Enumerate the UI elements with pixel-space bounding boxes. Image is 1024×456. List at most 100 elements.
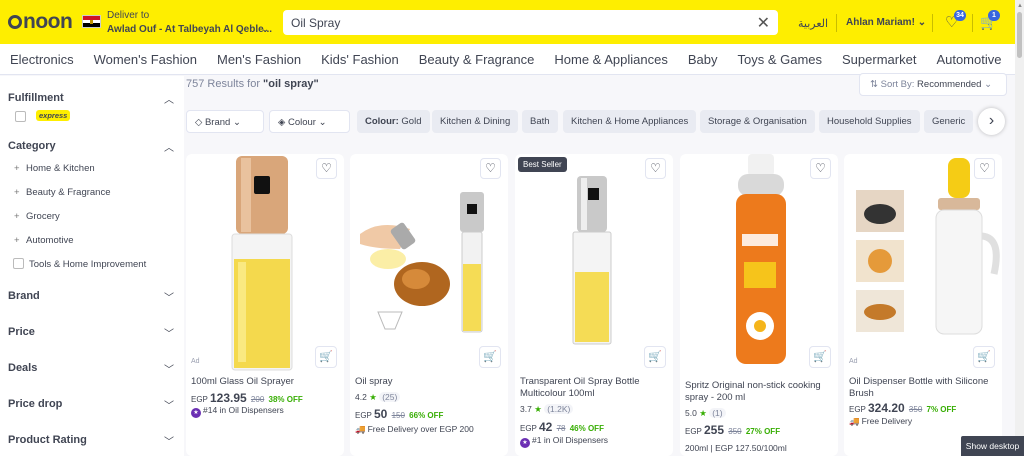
chip-storage-organisation[interactable]: Storage & Organisation: [700, 110, 815, 133]
add-to-cart-icon[interactable]: 🛒: [809, 346, 831, 368]
chip-household-supplies[interactable]: Household Supplies: [819, 110, 920, 133]
nav-item[interactable]: Men's Fashion: [217, 52, 301, 67]
chip-kitchen-home-appliances[interactable]: Kitchen & Home Appliances: [563, 110, 697, 133]
colour-chip[interactable]: ◈ Colour ⌄: [269, 110, 350, 133]
product-image[interactable]: [844, 154, 1002, 372]
plus-icon: +: [14, 235, 20, 246]
product-card[interactable]: ♡ 🛒 Spritz Original non-stick cooking sp…: [680, 154, 838, 456]
account-greeting[interactable]: Ahlan Mariam! ⌄: [846, 17, 926, 28]
wishlist-heart-icon[interactable]: ♡: [810, 158, 831, 179]
product-card[interactable]: ♡ Ad 🛒 100ml Glass Oil Sprayer EGP 123.9…: [186, 154, 344, 456]
chevron-down-icon[interactable]: ﹀: [164, 325, 174, 340]
egypt-flag-icon[interactable]: [82, 15, 101, 28]
results-count: 757 Results for "oil spray": [186, 78, 319, 90]
chevron-up-icon[interactable]: ︿: [164, 91, 174, 106]
close-icon[interactable]: ✕: [757, 13, 770, 33]
nav-item[interactable]: Kids' Fashion: [321, 52, 399, 67]
deliver-address[interactable]: Awlad Ouf - At Talbeyah Al Qeble...: [107, 24, 272, 35]
add-to-cart-icon[interactable]: 🛒: [479, 346, 501, 368]
product-image[interactable]: [186, 154, 344, 372]
scroll-up-icon[interactable]: ▲: [1017, 3, 1023, 9]
nav-item[interactable]: Supermarket: [842, 52, 916, 67]
category-item[interactable]: + Home & Kitchen: [14, 163, 95, 174]
sort-dropdown[interactable]: ⇅ Sort By: Recommended ⌄: [859, 73, 1007, 96]
rating-filter-heading[interactable]: Product Rating: [8, 434, 87, 446]
product-card[interactable]: ♡ Ad 🛒 Oil Dispenser Bottle with Silicon…: [844, 154, 1002, 456]
show-desktop-button[interactable]: Show desktop: [961, 436, 1024, 456]
category-heading[interactable]: Category: [8, 140, 56, 152]
rank-text: #14 in Oil Dispensers: [203, 405, 284, 415]
chevron-up-icon[interactable]: ︿: [164, 139, 174, 154]
category-nav: Electronics Women's Fashion Men's Fashion K…: [0, 44, 1015, 75]
chevron-down-icon[interactable]: ⌄: [261, 24, 269, 35]
price-drop-filter-heading[interactable]: Price drop: [8, 398, 62, 410]
search-input[interactable]: [291, 14, 741, 31]
price-amount: 42: [538, 420, 553, 434]
scrollbar-thumb[interactable]: [1017, 12, 1022, 58]
product-rating: 4.2 ★ (25): [355, 392, 401, 403]
discount: 38% OFF: [268, 395, 303, 404]
product-image[interactable]: [680, 154, 838, 372]
noon-logo[interactable]: noon: [8, 10, 73, 34]
chevron-down-icon: ⌄: [318, 117, 327, 128]
product-image[interactable]: [350, 154, 508, 372]
add-to-cart-icon[interactable]: 🛒: [644, 346, 666, 368]
nav-item[interactable]: Home & Appliances: [554, 52, 667, 67]
nav-item[interactable]: Electronics: [10, 52, 74, 67]
tag-icon: ◇: [195, 117, 203, 128]
brand-filter-heading[interactable]: Brand: [8, 290, 40, 302]
product-title[interactable]: Spritz Original non-stick cooking spray …: [685, 380, 835, 404]
chevron-down-icon[interactable]: ﹀: [164, 361, 174, 376]
product-card[interactable]: Best Seller ♡ 🛒 Transparent Oil Spray Bo…: [515, 154, 673, 456]
category-item-tools[interactable]: Tools & Home Improvement: [29, 259, 146, 270]
currency: EGP: [685, 427, 702, 436]
delivery-text: Free Delivery: [861, 416, 913, 426]
rating-value: 3.7: [520, 404, 532, 414]
nav-item[interactable]: Automotive: [936, 52, 1001, 67]
wishlist-heart-icon[interactable]: ♡: [974, 158, 995, 179]
wishlist-heart-icon[interactable]: ♡: [480, 158, 501, 179]
chip-bath[interactable]: Bath: [522, 110, 558, 133]
product-card[interactable]: ♡ 🛒 Oil spray 4.2 ★ (25) EGP 50 150 66% …: [350, 154, 508, 456]
chevron-right-icon[interactable]: ›: [978, 108, 1005, 135]
product-title[interactable]: 100ml Glass Oil Sprayer: [191, 376, 341, 388]
add-to-cart-icon[interactable]: 🛒: [315, 346, 337, 368]
discount: 66% OFF: [409, 411, 444, 420]
nav-item[interactable]: Beauty & Fragrance: [419, 52, 535, 67]
old-price: 350: [908, 405, 923, 414]
express-checkbox[interactable]: [15, 111, 26, 122]
plus-icon: +: [14, 163, 20, 174]
category-item[interactable]: + Beauty & Fragrance: [14, 187, 111, 198]
colour-gold-key: Colour:: [365, 116, 399, 127]
language-switch[interactable]: العربية: [798, 17, 828, 30]
chip-kitchen-dining[interactable]: Kitchen & Dining: [432, 110, 519, 133]
nav-item[interactable]: Toys & Games: [737, 52, 822, 67]
brand-chip[interactable]: ◇ Brand ⌄: [186, 110, 264, 133]
deals-filter-heading[interactable]: Deals: [8, 362, 37, 374]
price-filter-heading[interactable]: Price: [8, 326, 35, 338]
category-item[interactable]: + Automotive: [14, 235, 74, 246]
category-item[interactable]: + Grocery: [14, 211, 60, 222]
nav-item[interactable]: Women's Fashion: [94, 52, 197, 67]
currency: EGP: [191, 395, 208, 404]
product-title[interactable]: Oil spray: [355, 376, 505, 388]
colour-gold-chip[interactable]: Colour: Gold: [357, 110, 430, 133]
add-to-cart-icon[interactable]: 🛒: [973, 346, 995, 368]
nav-item[interactable]: Baby: [688, 52, 718, 67]
chevron-down-icon[interactable]: ﹀: [164, 289, 174, 304]
chip-generic[interactable]: Generic: [924, 110, 974, 133]
currency: EGP: [849, 405, 866, 414]
express-badge: express: [36, 110, 71, 121]
product-title[interactable]: Oil Dispenser Bottle with Silicone Brush: [849, 376, 999, 400]
wishlist-heart-icon[interactable]: ♡: [645, 158, 666, 179]
chevron-down-icon[interactable]: ﹀: [164, 397, 174, 412]
fulfillment-heading[interactable]: Fulfillment: [8, 92, 64, 104]
chevron-down-icon[interactable]: ﹀: [164, 433, 174, 448]
product-image[interactable]: [515, 154, 673, 372]
product-title[interactable]: Transparent Oil Spray Bottle Multicolour…: [520, 376, 670, 400]
scrollbar[interactable]: ▲: [1015, 0, 1024, 456]
wishlist-heart-icon[interactable]: ♡: [316, 158, 337, 179]
logo-text: noon: [23, 10, 73, 33]
tools-checkbox[interactable]: [13, 258, 24, 269]
chevron-down-icon: ⌄: [984, 79, 993, 90]
